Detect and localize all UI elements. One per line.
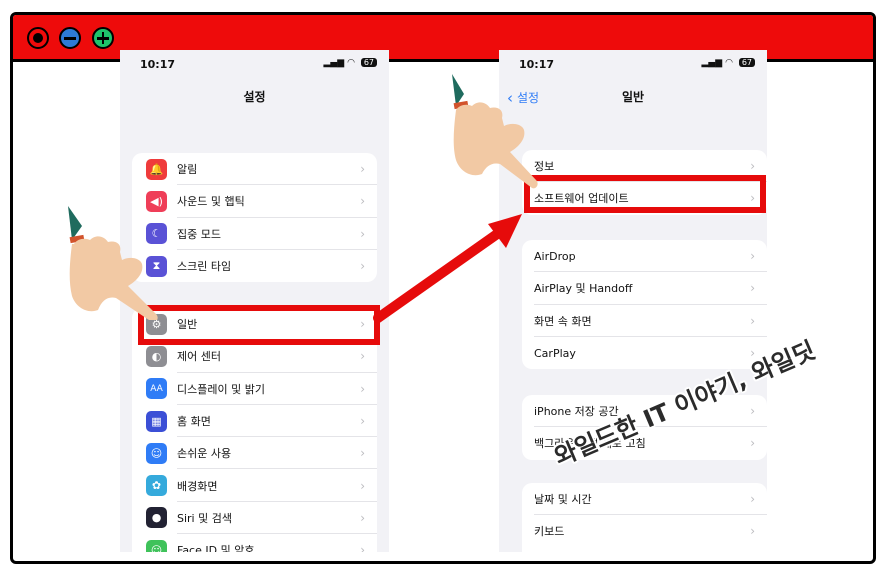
settings-row-label: 알림 xyxy=(177,163,198,177)
minimize-icon[interactable] xyxy=(59,27,81,49)
wifi-icon: ◠ xyxy=(347,58,355,68)
toggles-icon: ◐ xyxy=(146,345,167,367)
chevron-right-icon: › xyxy=(360,414,365,429)
status-icons: ▂▄▆ ◠ 67 xyxy=(701,58,755,68)
close-icon[interactable] xyxy=(27,27,49,49)
general-row-label: 키보드 xyxy=(534,525,565,539)
battery-icon: 67 xyxy=(738,58,755,67)
settings-row-label: 집중 모드 xyxy=(177,227,221,241)
faceid-icon: ☺ xyxy=(146,539,167,552)
chevron-right-icon: › xyxy=(750,281,755,296)
general-row-label: AirPlay 및 Handoff xyxy=(534,282,633,296)
chevron-right-icon: › xyxy=(750,492,755,507)
chevron-right-icon: › xyxy=(360,349,365,364)
settings-row-label: 홈 화면 xyxy=(177,415,211,429)
battery-icon: 67 xyxy=(360,58,377,67)
settings-row-label: Face ID 및 암호 xyxy=(177,544,255,552)
general-group-4: 날짜 및 시간 › 키보드 › xyxy=(522,483,767,552)
highlight-software-update xyxy=(524,175,766,213)
status-icons: ▂▄▆ ◠ 67 xyxy=(323,58,377,68)
chevron-right-icon: › xyxy=(750,524,755,539)
chevron-right-icon: › xyxy=(360,162,365,177)
general-group-2: AirDrop › AirPlay 및 Handoff › 화면 속 화면 › CarPla… xyxy=(522,240,767,370)
settings-row-label: 배경화면 xyxy=(177,479,218,493)
chevron-right-icon: › xyxy=(360,194,365,209)
settings-row[interactable]: ◀) 사운드 및 햅틱 › xyxy=(132,185,377,218)
status-time: 10:17 xyxy=(140,58,176,71)
chevron-right-icon: › xyxy=(750,313,755,328)
settings-row[interactable]: ☺ Face ID 및 암호 › xyxy=(132,534,377,552)
settings-row[interactable]: ▦ 홈 화면 › xyxy=(132,405,377,438)
settings-row-label: Siri 및 검색 xyxy=(177,511,232,525)
pointing-hand-icon xyxy=(452,74,538,189)
general-row[interactable]: AirPlay 및 Handoff › xyxy=(522,272,767,305)
general-row[interactable]: 화면 속 화면 › xyxy=(522,305,767,337)
chevron-right-icon: › xyxy=(360,381,365,396)
page-title: 설정 xyxy=(243,90,266,104)
chevron-right-icon: › xyxy=(360,543,365,552)
pointing-hand-icon xyxy=(68,206,158,320)
accessibility-icon: ☺ xyxy=(146,442,167,464)
settings-row[interactable]: ● Siri 및 검색 › xyxy=(132,502,377,535)
chevron-right-icon: › xyxy=(360,259,365,274)
flower-icon: ✿ xyxy=(146,475,167,497)
settings-row[interactable]: ☾ 집중 모드 › xyxy=(132,218,377,250)
settings-row-label: 스크린 타임 xyxy=(177,260,232,274)
general-row-label: CarPlay xyxy=(534,346,576,360)
settings-row-label: 손쉬운 사용 xyxy=(177,447,232,461)
chevron-right-icon: › xyxy=(360,510,365,525)
chevron-right-icon: › xyxy=(750,404,755,419)
settings-row[interactable]: ◐ 제어 센터 › xyxy=(132,340,377,373)
highlight-general xyxy=(138,305,380,345)
general-row-label: 정보 xyxy=(534,160,555,174)
settings-group-1: 🔔 알림 › ◀) 사운드 및 햅틱 › ☾ 집중 모드 › ⧗ 스크린 타임 › xyxy=(132,153,377,283)
settings-row[interactable]: ☺ 손쉬운 사용 › xyxy=(132,437,377,470)
chevron-right-icon: › xyxy=(360,226,365,241)
chevron-right-icon: › xyxy=(360,446,365,461)
signal-icon: ▂▄▆ xyxy=(323,58,345,68)
settings-row-label: 사운드 및 햅틱 xyxy=(177,195,245,209)
settings-row[interactable]: ⧗ 스크린 타임 › xyxy=(132,250,377,282)
general-row-label: 화면 속 화면 xyxy=(534,314,592,328)
settings-row-label: 디스플레이 및 밝기 xyxy=(177,382,265,396)
grid-icon: ▦ xyxy=(146,410,167,432)
bell-icon: 🔔 xyxy=(146,158,167,180)
general-row[interactable]: AirDrop › xyxy=(522,240,767,273)
general-row[interactable]: 날짜 및 시간 › xyxy=(522,483,767,516)
chevron-right-icon: › xyxy=(360,478,365,493)
maximize-icon[interactable] xyxy=(92,27,114,49)
chevron-right-icon: › xyxy=(750,159,755,174)
wifi-icon: ◠ xyxy=(725,58,733,68)
general-row-label: AirDrop xyxy=(534,249,576,263)
chevron-right-icon: › xyxy=(750,436,755,451)
siri-icon: ● xyxy=(146,507,167,529)
general-row-label: 날짜 및 시간 xyxy=(534,493,592,507)
signal-icon: ▂▄▆ xyxy=(701,58,723,68)
settings-row[interactable]: 🔔 알림 › xyxy=(132,153,377,186)
settings-row[interactable]: ✿ 배경화면 › xyxy=(132,469,377,502)
settings-row[interactable]: AA 디스플레이 및 밝기 › xyxy=(132,373,377,405)
aa-icon: AA xyxy=(146,378,167,400)
chevron-right-icon: › xyxy=(750,249,755,264)
general-row[interactable]: 키보드 › xyxy=(522,515,767,547)
settings-row-label: 제어 센터 xyxy=(177,350,221,364)
